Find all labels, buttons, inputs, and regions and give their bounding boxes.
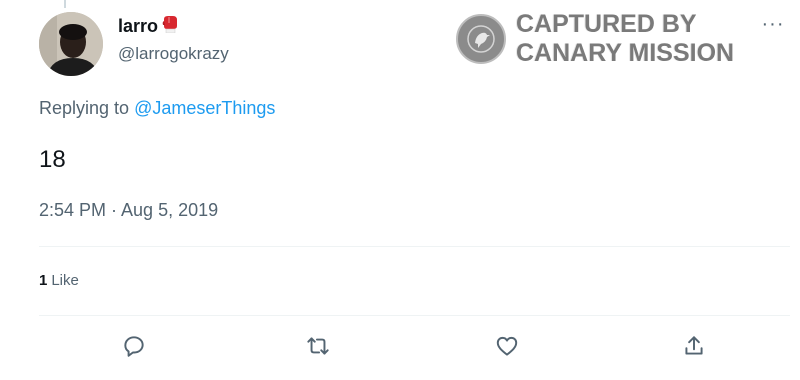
- retweet-icon: [304, 333, 332, 364]
- share-button[interactable]: [679, 333, 709, 363]
- tweet-text: 18: [39, 146, 66, 173]
- watermark-text: CAPTURED BY CANARY MISSION: [516, 10, 734, 68]
- avatar[interactable]: [39, 12, 103, 76]
- likes-stat[interactable]: 1 Like: [39, 272, 79, 289]
- canary-bird-icon: [456, 14, 506, 64]
- share-icon: [681, 333, 707, 364]
- watermark-line-1: CAPTURED BY: [516, 10, 697, 38]
- user-handle[interactable]: @larrogokrazy: [118, 44, 229, 64]
- watermark-line-2: CANARY MISSION: [516, 39, 735, 67]
- divider: [39, 246, 790, 247]
- tweet-timestamp[interactable]: 2:54 PM · Aug 5, 2019: [39, 200, 218, 221]
- thread-connector-line: [64, 0, 66, 8]
- more-options-button[interactable]: ···: [758, 14, 788, 38]
- canary-mission-watermark: CAPTURED BY CANARY MISSION: [456, 10, 734, 68]
- boxing-glove-icon: [161, 15, 179, 38]
- like-button[interactable]: [492, 333, 522, 363]
- reply-icon: [121, 333, 147, 364]
- like-icon: [494, 333, 520, 364]
- user-info: larro @larrogokrazy: [118, 15, 229, 64]
- like-label: Like: [51, 272, 79, 289]
- like-count: 1: [39, 272, 48, 289]
- reply-mention-link[interactable]: @JameserThings: [134, 98, 275, 118]
- replying-to: Replying to @JameserThings: [39, 98, 275, 119]
- replying-prefix: Replying to: [39, 98, 135, 118]
- divider: [39, 315, 790, 316]
- reply-button[interactable]: [119, 333, 149, 363]
- retweet-button[interactable]: [303, 333, 333, 363]
- display-name[interactable]: larro: [118, 16, 158, 37]
